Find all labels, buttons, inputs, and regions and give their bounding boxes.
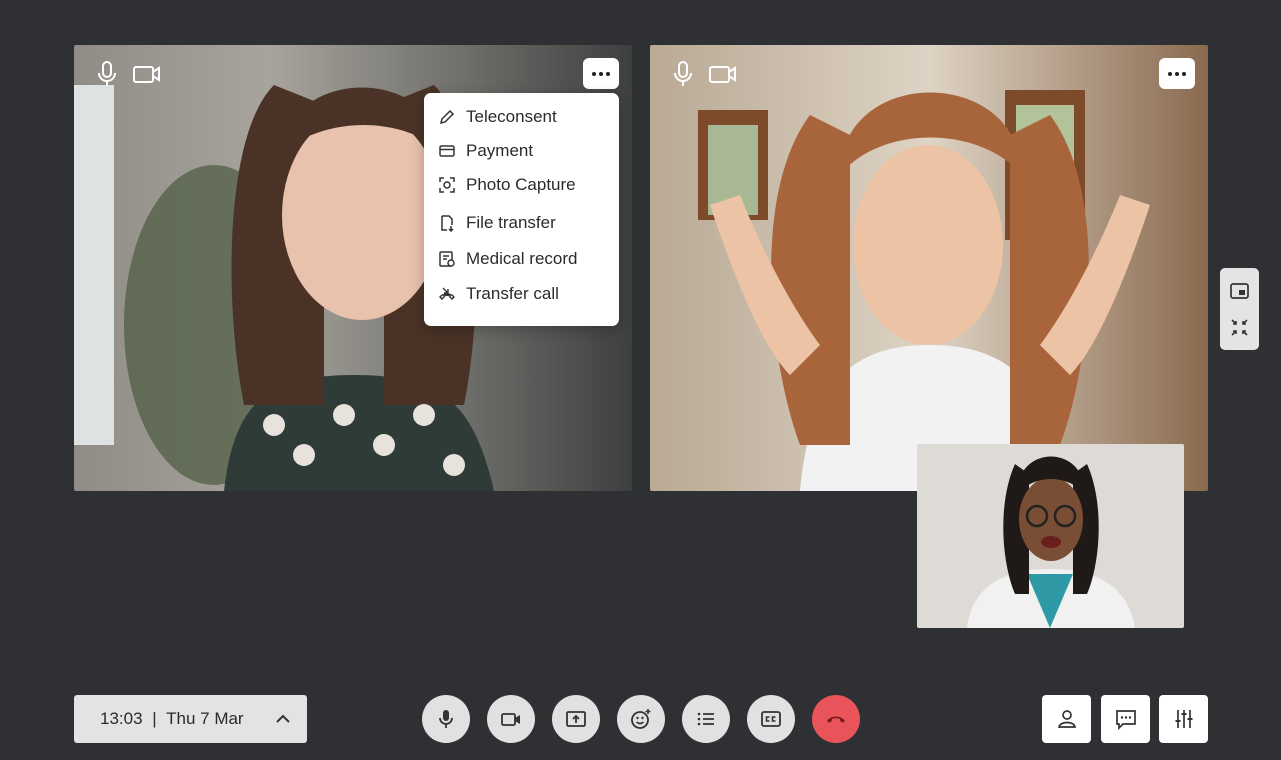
pencil-icon <box>439 109 455 125</box>
call-time: 13:03 <box>100 709 143 728</box>
dot <box>1168 71 1172 76</box>
settings-icon <box>1175 710 1192 728</box>
mic-icon <box>439 710 453 728</box>
menu-item-file-transfer[interactable]: File transfer <box>438 210 556 236</box>
menu-item-photo-capture[interactable]: Photo Capture <box>438 172 576 198</box>
menu-item-transfer-call[interactable]: Transfer call <box>438 281 559 307</box>
menu-item-payment[interactable]: Payment <box>438 138 533 164</box>
camera-icon <box>501 713 520 726</box>
chevron-up-icon[interactable] <box>274 710 292 728</box>
transfer-call-icon <box>439 287 455 300</box>
layout-panel <box>1220 268 1259 350</box>
video-tile-2[interactable] <box>650 45 1208 491</box>
share-screen-icon <box>566 711 586 727</box>
menu-item-label: Payment <box>466 141 534 160</box>
list-icon <box>697 712 714 726</box>
captions-icon <box>761 711 781 727</box>
video-feed-2 <box>650 45 1208 491</box>
menu-item-label: File transfer <box>466 213 556 232</box>
menu-item-label: Teleconsent <box>466 107 557 126</box>
call-info-box[interactable]: 13:03 | Thu 7 Mar <box>74 695 307 743</box>
dot <box>1182 71 1186 76</box>
participants-button[interactable] <box>1042 695 1091 743</box>
settings-button[interactable] <box>1159 695 1208 743</box>
menu-item-teleconsent[interactable]: Teleconsent <box>438 104 557 130</box>
options-menu: Teleconsent Payment Photo Capture File t… <box>424 93 619 326</box>
menu-item-label: Transfer call <box>466 284 559 303</box>
mic-button[interactable] <box>422 695 470 743</box>
dot <box>599 71 603 76</box>
more-options-button[interactable] <box>1159 58 1195 89</box>
separator: | <box>152 709 157 728</box>
self-view-feed <box>917 444 1184 628</box>
medical-record-icon <box>439 251 455 267</box>
more-options-button[interactable] <box>583 58 619 89</box>
reactions-button[interactable] <box>617 695 665 743</box>
menu-item-medical-record[interactable]: Medical record <box>438 246 578 272</box>
end-call-button[interactable] <box>812 695 860 743</box>
participants-icon <box>1057 710 1076 728</box>
camera-icon[interactable] <box>708 59 738 89</box>
dot <box>606 71 610 76</box>
mic-icon[interactable] <box>668 59 698 89</box>
camera-button[interactable] <box>487 695 535 743</box>
list-button[interactable] <box>682 695 730 743</box>
menu-item-label: Medical record <box>466 249 578 268</box>
credit-card-icon <box>439 145 455 157</box>
chat-button[interactable] <box>1101 695 1150 743</box>
photo-capture-icon <box>439 177 455 193</box>
captions-button[interactable] <box>747 695 795 743</box>
self-view-video[interactable] <box>917 444 1184 628</box>
call-time-date: 13:03 | Thu 7 Mar <box>100 709 244 729</box>
call-date: Thu 7 Mar <box>166 709 244 728</box>
file-transfer-icon <box>441 215 454 232</box>
chat-icon <box>1115 710 1136 730</box>
picture-in-picture-icon[interactable] <box>1229 281 1250 302</box>
end-call-icon <box>827 716 845 723</box>
dot <box>592 71 596 76</box>
share-screen-button[interactable] <box>552 695 600 743</box>
mic-icon[interactable] <box>92 59 122 89</box>
dot <box>1175 71 1179 76</box>
menu-item-label: Photo Capture <box>466 175 576 194</box>
minimize-icon[interactable] <box>1229 317 1250 338</box>
reactions-icon <box>631 709 651 729</box>
camera-icon[interactable] <box>132 59 162 89</box>
